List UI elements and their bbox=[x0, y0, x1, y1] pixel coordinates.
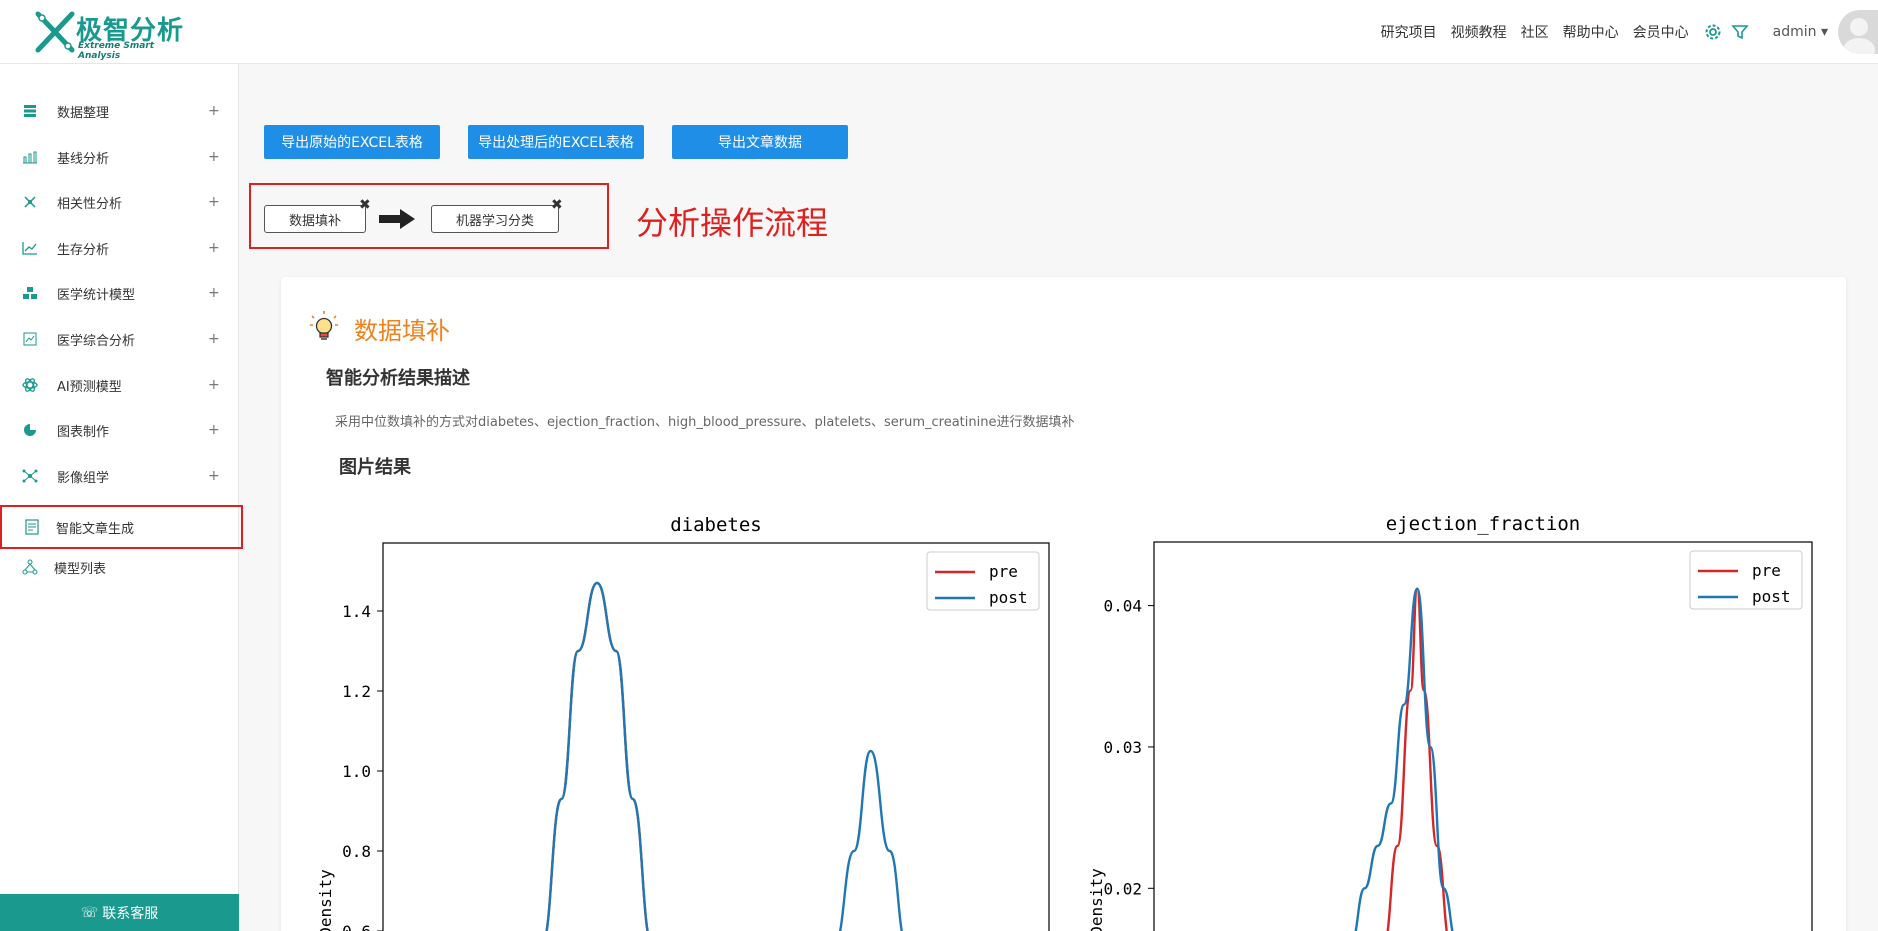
nav-video-tutorials[interactable]: 视频教程 bbox=[1451, 22, 1507, 42]
arrow-right-icon bbox=[379, 209, 415, 229]
expand-icon[interactable]: + bbox=[208, 468, 220, 484]
sidebar-item-label: 生存分析 bbox=[57, 242, 110, 258]
lightbulb-icon bbox=[310, 311, 338, 340]
sidebar-item-model-list[interactable]: 模型列表 bbox=[0, 547, 239, 587]
database-icon bbox=[22, 103, 38, 119]
series-line-pre bbox=[545, 581, 649, 931]
sidebar-item-baseline[interactable]: 基线分析 + bbox=[0, 137, 239, 177]
network-icon bbox=[22, 468, 38, 484]
sidebar-item-label: 模型列表 bbox=[54, 561, 107, 577]
sidebar: 数据整理 + 基线分析 + 相关性分析 + 生存分析 + 医学统计模型 + 医学… bbox=[0, 64, 243, 931]
sidebar-item-chart-making[interactable]: 图表制作 + bbox=[0, 410, 239, 450]
sidebar-item-label: 医学综合分析 bbox=[57, 333, 136, 349]
avatar[interactable] bbox=[1838, 10, 1878, 54]
y-tick-label: 1.2 bbox=[342, 682, 371, 701]
sidebar-item-label: 基线分析 bbox=[57, 151, 110, 167]
section-title: 数据填补 bbox=[354, 317, 450, 345]
nav-member-center[interactable]: 会员中心 bbox=[1633, 22, 1689, 42]
result-description-heading: 智能分析结果描述 bbox=[326, 368, 470, 389]
close-icon[interactable]: ✖ bbox=[551, 197, 563, 213]
sidebar-item-label: 数据整理 bbox=[57, 105, 110, 121]
export-raw-excel-button[interactable]: 导出原始的EXCEL表格 bbox=[264, 125, 440, 159]
legend-label-pre: pre bbox=[989, 562, 1018, 581]
series-line-post bbox=[545, 581, 904, 931]
y-tick-label: 0.03 bbox=[1103, 738, 1142, 757]
flow-step-imputation[interactable]: 数据填补 bbox=[264, 205, 366, 233]
y-tick-label: 1.0 bbox=[342, 762, 371, 781]
atom-icon bbox=[22, 377, 38, 393]
trend-icon bbox=[22, 331, 38, 347]
filter-icon[interactable] bbox=[1730, 23, 1749, 41]
expand-icon[interactable]: + bbox=[208, 285, 220, 301]
sidebar-item-label: 影像组学 bbox=[57, 470, 110, 486]
y-tick-label: 0.6 bbox=[342, 922, 371, 931]
expand-icon[interactable]: + bbox=[208, 422, 220, 438]
flow-title: 分析操作流程 bbox=[636, 204, 829, 242]
sidebar-item-label: 医学统计模型 bbox=[57, 287, 136, 303]
nav-research-projects[interactable]: 研究项目 bbox=[1381, 22, 1437, 42]
series-group bbox=[545, 581, 904, 931]
sidebar-item-label: 相关性分析 bbox=[57, 196, 123, 212]
line-chart-icon bbox=[22, 240, 38, 256]
sidebar-item-smart-article[interactable]: 智能文章生成 bbox=[0, 505, 243, 549]
sidebar-item-label: 图表制作 bbox=[57, 424, 110, 440]
y-axis-label: Density bbox=[1087, 868, 1106, 931]
legend-label-post: post bbox=[989, 588, 1028, 607]
logo-x-icon bbox=[35, 11, 75, 53]
series-group bbox=[1354, 587, 1454, 931]
density-plot-diabetes: diabetes Density 0.6 0.8 1.0 1.2 1.4 pre post bbox=[316, 514, 1050, 931]
nav-help-center[interactable]: 帮助中心 bbox=[1563, 22, 1619, 42]
sidebar-item-label: 智能文章生成 bbox=[56, 521, 135, 537]
y-tick-label: 1.4 bbox=[342, 602, 371, 621]
expand-icon[interactable]: + bbox=[208, 194, 220, 210]
correlation-icon bbox=[22, 194, 38, 210]
document-icon bbox=[24, 519, 40, 535]
bar-chart-icon bbox=[22, 149, 38, 165]
user-menu[interactable]: admin ▾ bbox=[1773, 24, 1828, 40]
contact-label: 联系客服 bbox=[102, 905, 159, 922]
sidebar-item-correlation[interactable]: 相关性分析 + bbox=[0, 182, 239, 222]
top-nav: 研究项目 视频教程 社区 帮助中心 会员中心 admin ▾ bbox=[1381, 0, 1878, 64]
contact-support-button[interactable]: ☏ 联系客服 bbox=[0, 894, 239, 931]
y-tick-label: 0.8 bbox=[342, 842, 371, 861]
top-header: 极智分析 Extreme Smart Analysis 研究项目 视频教程 社区… bbox=[0, 0, 1878, 64]
close-icon[interactable]: ✖ bbox=[359, 197, 371, 213]
sidebar-item-medical-comprehensive[interactable]: 医学综合分析 + bbox=[0, 319, 239, 359]
expand-icon[interactable]: + bbox=[208, 377, 220, 393]
gear-icon[interactable] bbox=[1703, 22, 1723, 42]
sidebar-item-medical-stat-model[interactable]: 医学统计模型 + bbox=[0, 273, 239, 313]
legend-label-post: post bbox=[1752, 587, 1791, 606]
expand-icon[interactable]: + bbox=[208, 149, 220, 165]
cubes-icon bbox=[22, 285, 38, 301]
chart-title: ejection_fraction bbox=[1386, 513, 1580, 535]
nav-community[interactable]: 社区 bbox=[1521, 22, 1549, 42]
sidebar-item-survival[interactable]: 生存分析 + bbox=[0, 228, 239, 268]
expand-icon[interactable]: + bbox=[208, 103, 220, 119]
image-results-heading: 图片结果 bbox=[339, 457, 411, 478]
expand-icon[interactable]: + bbox=[208, 331, 220, 347]
flow-step-ml-classification[interactable]: 机器学习分类 bbox=[431, 205, 559, 233]
sidebar-item-ai-prediction[interactable]: AI预测模型 + bbox=[0, 365, 239, 405]
username: admin bbox=[1772, 24, 1817, 40]
headset-icon: ☏ bbox=[80, 904, 99, 921]
y-tick-label: 0.02 bbox=[1103, 879, 1142, 898]
density-plot-ejection-fraction: ejection_fraction Density0.02 0.03 0.04 pre p… bbox=[1087, 513, 1813, 931]
y-axis-label: Density bbox=[316, 869, 335, 931]
logo[interactable]: 极智分析 Extreme Smart Analysis bbox=[34, 8, 194, 61]
sidebar-item-data-cleaning[interactable]: 数据整理 + bbox=[0, 91, 239, 131]
export-processed-excel-button[interactable]: 导出处理后的EXCEL表格 bbox=[468, 125, 644, 159]
sidebar-item-label: AI预测模型 bbox=[57, 379, 122, 395]
logo-subtext: Extreme Smart Analysis bbox=[78, 41, 155, 61]
hierarchy-icon bbox=[22, 559, 38, 575]
result-description: 采用中位数填补的方式对diabetes、ejection_fraction、hi… bbox=[335, 415, 1075, 430]
expand-icon[interactable]: + bbox=[208, 240, 220, 256]
sidebar-item-radiomics[interactable]: 影像组学 + bbox=[0, 456, 239, 496]
y-tick-label: 0.04 bbox=[1103, 597, 1142, 616]
export-article-data-button[interactable]: 导出文章数据 bbox=[672, 125, 848, 159]
legend-label-pre: pre bbox=[1752, 561, 1781, 580]
chart-title: diabetes bbox=[670, 514, 762, 536]
pie-chart-icon bbox=[22, 422, 38, 438]
